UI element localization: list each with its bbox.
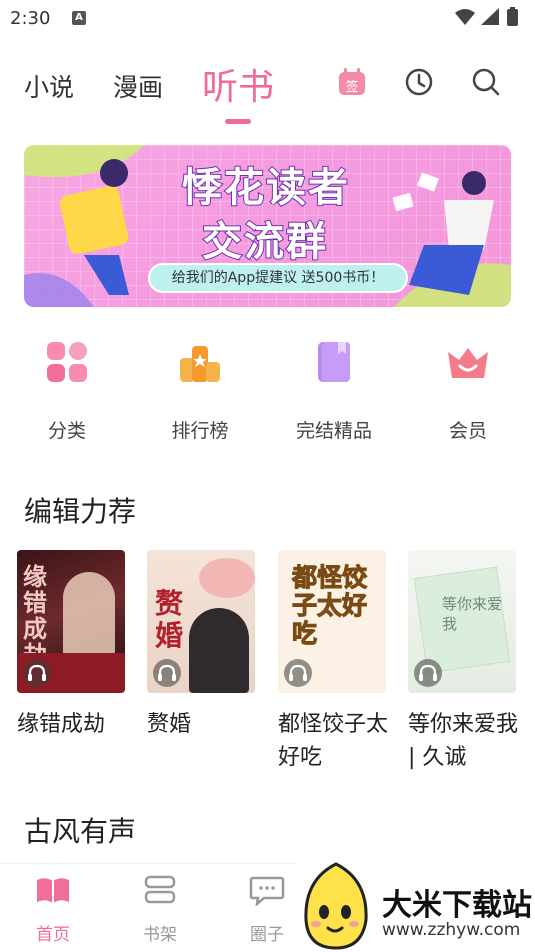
book-card[interactable]: 等你来爱我 等你来爱我 | 久诚 <box>408 550 518 770</box>
bottom-tab-circle[interactable]: 圈子 <box>237 874 297 945</box>
cover-title: 都怪饺子太好吃 <box>292 563 368 648</box>
book-cover[interactable]: 赘婚 <box>147 550 255 693</box>
banner-subtitle: 给我们的App提建议 送500书币！ <box>148 263 408 293</box>
checkin-label: 签 <box>345 79 358 95</box>
active-tab-indicator <box>225 119 251 124</box>
home-book-icon <box>37 878 69 903</box>
headphones-icon <box>153 659 181 687</box>
bottom-tab-home[interactable]: 首页 <box>23 874 83 945</box>
book-title[interactable]: 缘错成劫 <box>17 708 137 741</box>
book-card[interactable]: 缘错成劫 缘错成劫 <box>17 550 127 737</box>
bottom-tab-bookshelf[interactable]: 书架 <box>130 874 190 945</box>
book-title[interactable]: 赘婚 <box>147 708 267 741</box>
bottom-tab-label: 首页 <box>36 925 70 945</box>
book-icon <box>318 342 350 382</box>
book-title[interactable]: 都怪饺子太好吃 <box>278 708 398 774</box>
bookshelf-icon <box>144 875 176 904</box>
history-icon[interactable] <box>403 66 435 98</box>
top-nav: 小说 漫画 听书 签 <box>0 50 535 130</box>
watermark-name: 大米下载站 <box>382 888 532 923</box>
tab-comic[interactable]: 漫画 <box>113 68 163 104</box>
quick-menu-ranking[interactable]: 排行榜 <box>145 340 255 443</box>
ranking-podium-icon <box>180 346 220 382</box>
book-card[interactable]: 都怪饺子太好吃 都怪饺子太好吃 <box>278 550 388 770</box>
crown-icon <box>448 348 488 378</box>
cover-title: 等你来爱我 <box>442 595 503 633</box>
status-icons <box>455 7 518 26</box>
cover-title: 赘婚 <box>155 587 184 652</box>
chat-bubble-icon <box>249 876 285 908</box>
book-cover[interactable]: 缘错成劫 <box>17 550 125 693</box>
site-watermark: 大米下载站 www.zzhyw.com <box>296 858 535 952</box>
quick-menu-label: 会员 <box>448 420 487 442</box>
category-grid-icon <box>47 342 87 382</box>
headphones-icon <box>414 659 442 687</box>
section-title-editor-picks: 编辑力荐 <box>24 495 137 528</box>
watermark-url: www.zzhyw.com <box>382 920 521 940</box>
tab-audiobook[interactable]: 听书 <box>202 58 274 110</box>
quick-menu-finished[interactable]: 完结精品 <box>279 340 389 443</box>
signal-icon <box>481 8 499 25</box>
book-cover[interactable]: 都怪饺子太好吃 <box>278 550 386 693</box>
quick-menu-label: 排行榜 <box>171 420 229 442</box>
status-time: 2:30 <box>10 8 51 29</box>
wifi-icon <box>455 9 475 25</box>
battery-icon <box>507 9 518 26</box>
quick-menu-category[interactable]: 分类 <box>12 340 122 443</box>
book-card[interactable]: 赘婚 赘婚 <box>147 550 257 737</box>
status-bar: 2:30 A <box>0 0 535 36</box>
book-cover[interactable]: 等你来爱我 <box>408 550 516 693</box>
checkin-icon[interactable]: 签 <box>336 66 368 98</box>
quick-menu-label: 完结精品 <box>295 420 372 442</box>
quick-menu: 分类 排行榜 完结精品 会员 <box>0 340 535 450</box>
banner-title-line2: 交流群 <box>201 218 328 266</box>
headphones-icon <box>284 659 312 687</box>
quick-menu-label: 分类 <box>47 420 86 442</box>
bottom-tab-label: 书架 <box>143 925 177 945</box>
bottom-tab-label: 圈子 <box>250 925 284 945</box>
promo-banner[interactable]: 悸花读者 交流群 给我们的App提建议 送500书币！ <box>24 145 511 307</box>
notification-icon: A <box>72 11 86 25</box>
mascot-logo <box>304 862 368 950</box>
section-title-ancient: 古风有声 <box>24 815 137 848</box>
search-icon[interactable] <box>470 66 502 98</box>
tab-novel[interactable]: 小说 <box>24 68 74 104</box>
quick-menu-vip[interactable]: 会员 <box>413 340 523 443</box>
book-title[interactable]: 等你来爱我 | 久诚 <box>408 708 518 774</box>
banner-title-line1: 悸花读者 <box>181 164 350 212</box>
headphones-icon <box>23 659 51 687</box>
